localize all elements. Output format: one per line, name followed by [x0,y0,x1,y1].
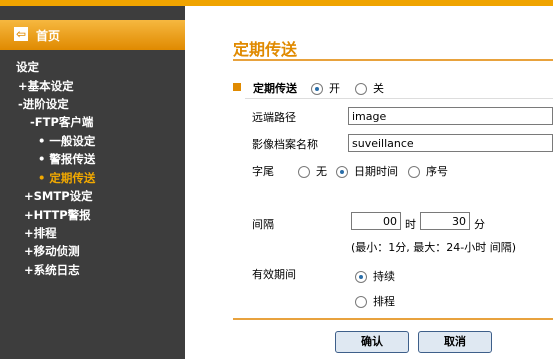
suffix-datetime-label: 日期时间 [354,165,398,178]
validity-continuous-label: 持续 [373,270,395,283]
suffix-none-label: 无 [316,165,327,178]
interval-minutes-unit: 分 [474,218,485,231]
sidebar-item-ftp-client[interactable]: -FTP客户端 [30,114,93,130]
interval-minutes-input[interactable]: 30 [420,212,470,230]
sidebar-item-motion-detection[interactable]: +移动侦测 [24,243,80,259]
section-marker [233,83,241,91]
sidebar-item-system-log[interactable]: +系统日志 [24,262,80,278]
validity-schedule-label: 排程 [373,295,395,308]
title-divider [233,59,553,61]
sidebar-item-advanced-settings[interactable]: -进阶设定 [18,96,69,112]
interval-hours-unit: 时 [405,218,416,231]
suffix-none-radio[interactable] [298,166,310,178]
enable-label: 定期传送 [253,82,297,95]
sidebar-item-basic-settings[interactable]: +基本设定 [18,78,74,94]
back-arrow-icon: ⇦ [14,27,28,41]
home-label: 首页 [36,29,61,43]
image-file-name-label: 影像档案名称 [252,138,318,151]
sidebar-item-smtp-settings[interactable]: +SMTP设定 [24,188,93,204]
validity-label: 有效期间 [252,268,296,281]
remote-path-input[interactable]: image [348,107,553,125]
sidebar-item-http-alarm[interactable]: +HTTP警报 [24,207,91,223]
confirm-button[interactable]: 确认 [335,331,409,353]
row-divider [245,98,553,99]
suffix-datetime-radio[interactable] [336,166,348,178]
suffix-label: 字尾 [252,165,274,178]
enable-off-label: 关 [373,82,384,95]
sidebar-item-alarm-transfer[interactable]: • 警报传送 [38,151,95,167]
remote-path-label: 远端路径 [252,111,296,124]
interval-hours-input[interactable]: 00 [351,212,401,230]
sidebar-item-periodic-transfer[interactable]: • 定期传送 [38,170,95,186]
interval-label: 间隔 [252,218,274,231]
enable-on-label: 开 [329,82,340,95]
sidebar: ⇦ 首页 设定 +基本设定 -进阶设定 -FTP客户端 • 一般设定 • 警报传… [0,6,185,359]
sidebar-item-schedule[interactable]: +排程 [24,225,57,241]
image-file-name-input[interactable]: suveillance [348,134,553,152]
page-title: 定期传送 [233,40,298,59]
suffix-sequence-radio[interactable] [408,166,420,178]
main-panel: 定期传送 定期传送 开 关 远端路径 image 影像档案名称 suveilla… [185,6,553,359]
enable-on-radio[interactable] [311,83,323,95]
home-button[interactable]: ⇦ 首页 [0,20,185,50]
cancel-button[interactable]: 取消 [418,331,492,353]
bottom-divider [233,318,553,320]
validity-continuous-radio[interactable] [355,271,367,283]
enable-off-radio[interactable] [355,83,367,95]
sidebar-item-settings[interactable]: 设定 [16,59,39,75]
validity-schedule-radio[interactable] [355,296,367,308]
suffix-sequence-label: 序号 [426,165,448,178]
sidebar-item-general-settings[interactable]: • 一般设定 [38,133,95,149]
interval-hint: (最小：1分, 最大：24-小时 间隔) [351,241,517,254]
